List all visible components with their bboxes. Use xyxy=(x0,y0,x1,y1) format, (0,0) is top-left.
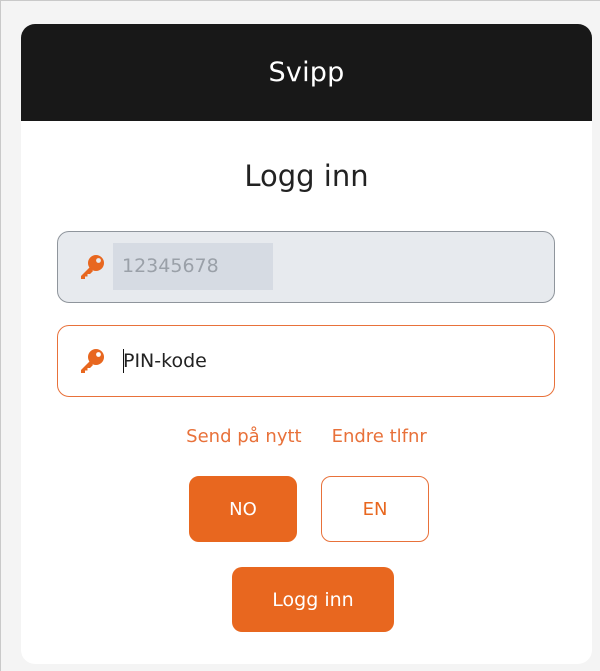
change-phone-link[interactable]: Endre tlfnr xyxy=(332,426,427,447)
resend-link[interactable]: Send på nytt xyxy=(186,426,301,447)
language-no-button[interactable]: NO xyxy=(189,476,297,542)
login-button[interactable]: Logg inn xyxy=(232,567,394,632)
pin-input[interactable] xyxy=(123,341,523,381)
phone-number-value: 12345678 xyxy=(113,243,273,290)
app-header: Svipp xyxy=(21,24,592,121)
action-links: Send på nytt Endre tlfnr xyxy=(21,426,592,447)
app-title: Svipp xyxy=(268,57,345,88)
language-en-button[interactable]: EN xyxy=(321,476,429,542)
window-frame: Svipp Logg inn 12345678 PIN-kode Send på… xyxy=(0,0,600,671)
login-card: Svipp Logg inn 12345678 PIN-kode Send på… xyxy=(21,24,592,664)
phone-field[interactable]: 12345678 xyxy=(57,231,555,303)
key-icon xyxy=(78,347,106,375)
key-icon xyxy=(78,253,106,281)
page-title: Logg inn xyxy=(244,159,369,193)
pin-field[interactable] xyxy=(57,325,555,397)
